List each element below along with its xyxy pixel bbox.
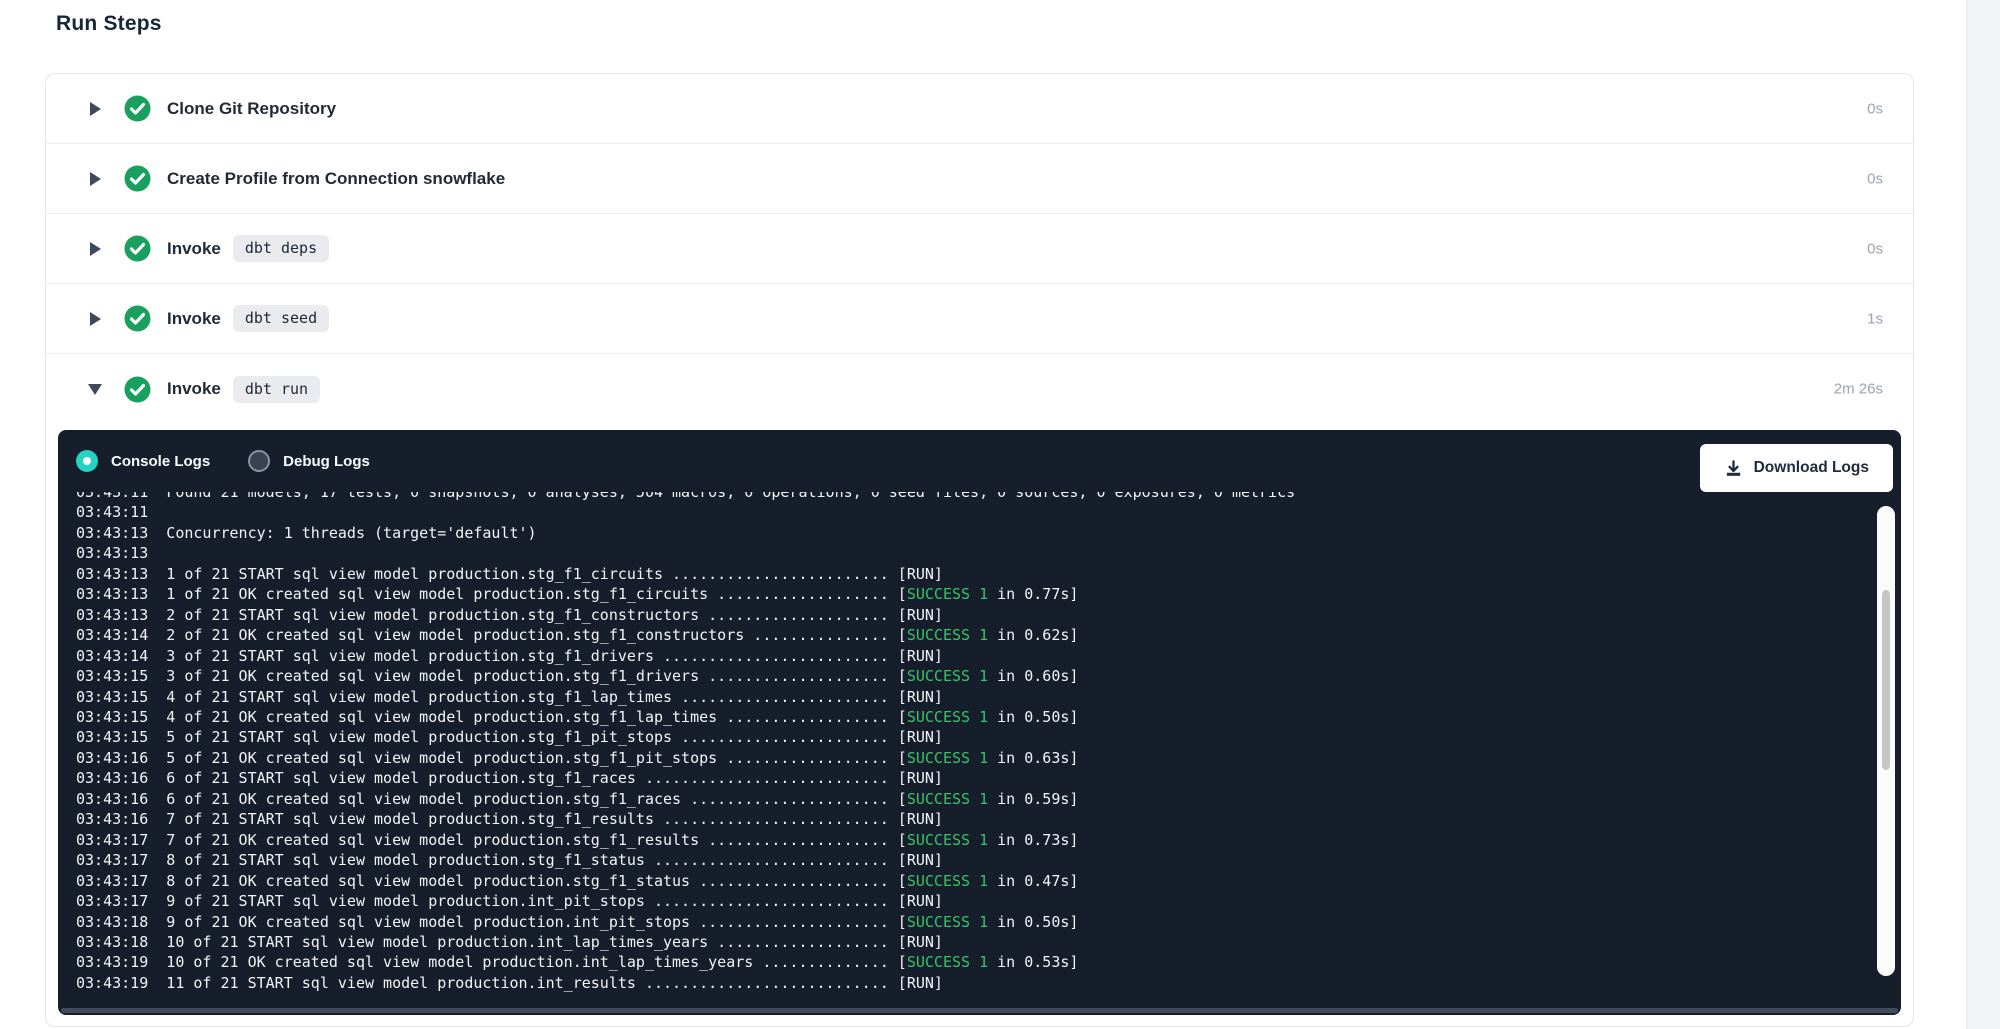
chevron-right-icon — [88, 172, 102, 186]
log-viewport: 03:43:11 Found 21 models, 17 tests, 0 sn… — [76, 492, 1867, 1001]
success-check-icon — [124, 165, 151, 192]
step-row-create-profile[interactable]: Create Profile from Connection snowflake… — [46, 144, 1913, 214]
step-label: Invoke — [167, 379, 221, 399]
log-line: 03:43:18 9 of 21 OK created sql view mod… — [76, 912, 1867, 932]
chevron-right-icon — [88, 102, 102, 116]
log-line: 03:43:17 9 of 21 START sql view model pr… — [76, 891, 1867, 911]
log-line: 03:43:17 8 of 21 OK created sql view mod… — [76, 871, 1867, 891]
radio-unselected-icon[interactable] — [248, 450, 270, 472]
chevron-down-icon — [88, 384, 102, 395]
log-line: 03:43:14 3 of 21 START sql view model pr… — [76, 646, 1867, 666]
console-log-panel: Console Logs Debug Logs Download Logs 03… — [58, 430, 1901, 1015]
step-row-clone-git-repository[interactable]: Clone Git Repository 0s — [46, 74, 1913, 144]
log-line: 03:43:19 10 of 21 OK created sql view mo… — [76, 952, 1867, 972]
log-line: 03:43:13 1 of 21 START sql view model pr… — [76, 564, 1867, 584]
log-line: 03:43:16 7 of 21 START sql view model pr… — [76, 809, 1867, 829]
command-chip: dbt deps — [233, 235, 329, 262]
download-icon — [1724, 459, 1743, 478]
chevron-right-icon — [88, 242, 102, 256]
vertical-scrollbar-thumb[interactable] — [1882, 590, 1890, 770]
success-check-icon — [124, 376, 151, 403]
success-check-icon — [124, 305, 151, 332]
step-duration: 0s — [1867, 240, 1883, 257]
step-duration: 0s — [1867, 100, 1883, 117]
log-lines: 03:43:11 Found 21 models, 17 tests, 0 sn… — [76, 492, 1867, 993]
command-chip: dbt run — [233, 376, 320, 403]
log-line: 03:43:15 4 of 21 START sql view model pr… — [76, 687, 1867, 707]
step-row-invoke-dbt-run[interactable]: Invoke dbt run 2m 26s — [46, 354, 1913, 424]
download-logs-label: Download Logs — [1754, 459, 1869, 477]
log-line: 03:43:17 8 of 21 START sql view model pr… — [76, 850, 1867, 870]
log-line: 03:43:16 5 of 21 OK created sql view mod… — [76, 748, 1867, 768]
step-row-invoke-dbt-seed[interactable]: Invoke dbt seed 1s — [46, 284, 1913, 354]
log-line: 03:43:11 Found 21 models, 17 tests, 0 sn… — [76, 492, 1867, 502]
success-check-icon — [124, 95, 151, 122]
radio-selected-icon[interactable] — [76, 450, 98, 472]
step-label: Invoke — [167, 239, 221, 259]
step-duration: 2m 26s — [1834, 381, 1883, 398]
debug-logs-label[interactable]: Debug Logs — [283, 453, 370, 470]
debug-logs-radio[interactable]: Debug Logs — [248, 450, 370, 472]
success-check-icon — [124, 235, 151, 262]
log-line: 03:43:13 2 of 21 START sql view model pr… — [76, 605, 1867, 625]
log-line: 03:43:15 3 of 21 OK created sql view mod… — [76, 666, 1867, 686]
step-duration: 1s — [1867, 310, 1883, 327]
page-title: Run Steps — [56, 12, 162, 36]
log-line: 03:43:17 7 of 21 OK created sql view mod… — [76, 830, 1867, 850]
chevron-right-icon — [88, 312, 102, 326]
step-label: Create Profile from Connection snowflake — [167, 169, 505, 189]
log-line: 03:43:16 6 of 21 START sql view model pr… — [76, 768, 1867, 788]
step-duration: 0s — [1867, 170, 1883, 187]
log-line: 03:43:19 11 of 21 START sql view model p… — [76, 973, 1867, 993]
log-line: 03:43:16 6 of 21 OK created sql view mod… — [76, 789, 1867, 809]
log-line: 03:43:18 10 of 21 START sql view model p… — [76, 932, 1867, 952]
log-line: 03:43:11 — [76, 502, 1867, 522]
step-row-invoke-dbt-deps[interactable]: Invoke dbt deps 0s — [46, 214, 1913, 284]
run-steps-card: Clone Git Repository 0s Create Profile f… — [45, 73, 1914, 1027]
log-line: 03:43:13 — [76, 543, 1867, 563]
step-label: Clone Git Repository — [167, 99, 336, 119]
console-header: Console Logs Debug Logs Download Logs — [76, 430, 1893, 492]
log-line: 03:43:14 2 of 21 OK created sql view mod… — [76, 625, 1867, 645]
step-label: Invoke — [167, 309, 221, 329]
console-logs-radio[interactable]: Console Logs — [76, 450, 210, 472]
download-logs-button[interactable]: Download Logs — [1700, 444, 1893, 492]
console-logs-label[interactable]: Console Logs — [111, 453, 210, 470]
vertical-scrollbar-track[interactable] — [1877, 506, 1895, 976]
log-line: 03:43:15 4 of 21 OK created sql view mod… — [76, 707, 1867, 727]
horizontal-scrollbar-track[interactable] — [61, 1008, 1898, 1013]
log-line: 03:43:13 Concurrency: 1 threads (target=… — [76, 523, 1867, 543]
log-line: 03:43:13 1 of 21 OK created sql view mod… — [76, 584, 1867, 604]
command-chip: dbt seed — [233, 305, 329, 332]
right-gutter — [1966, 0, 2000, 1029]
log-line: 03:43:15 5 of 21 START sql view model pr… — [76, 727, 1867, 747]
